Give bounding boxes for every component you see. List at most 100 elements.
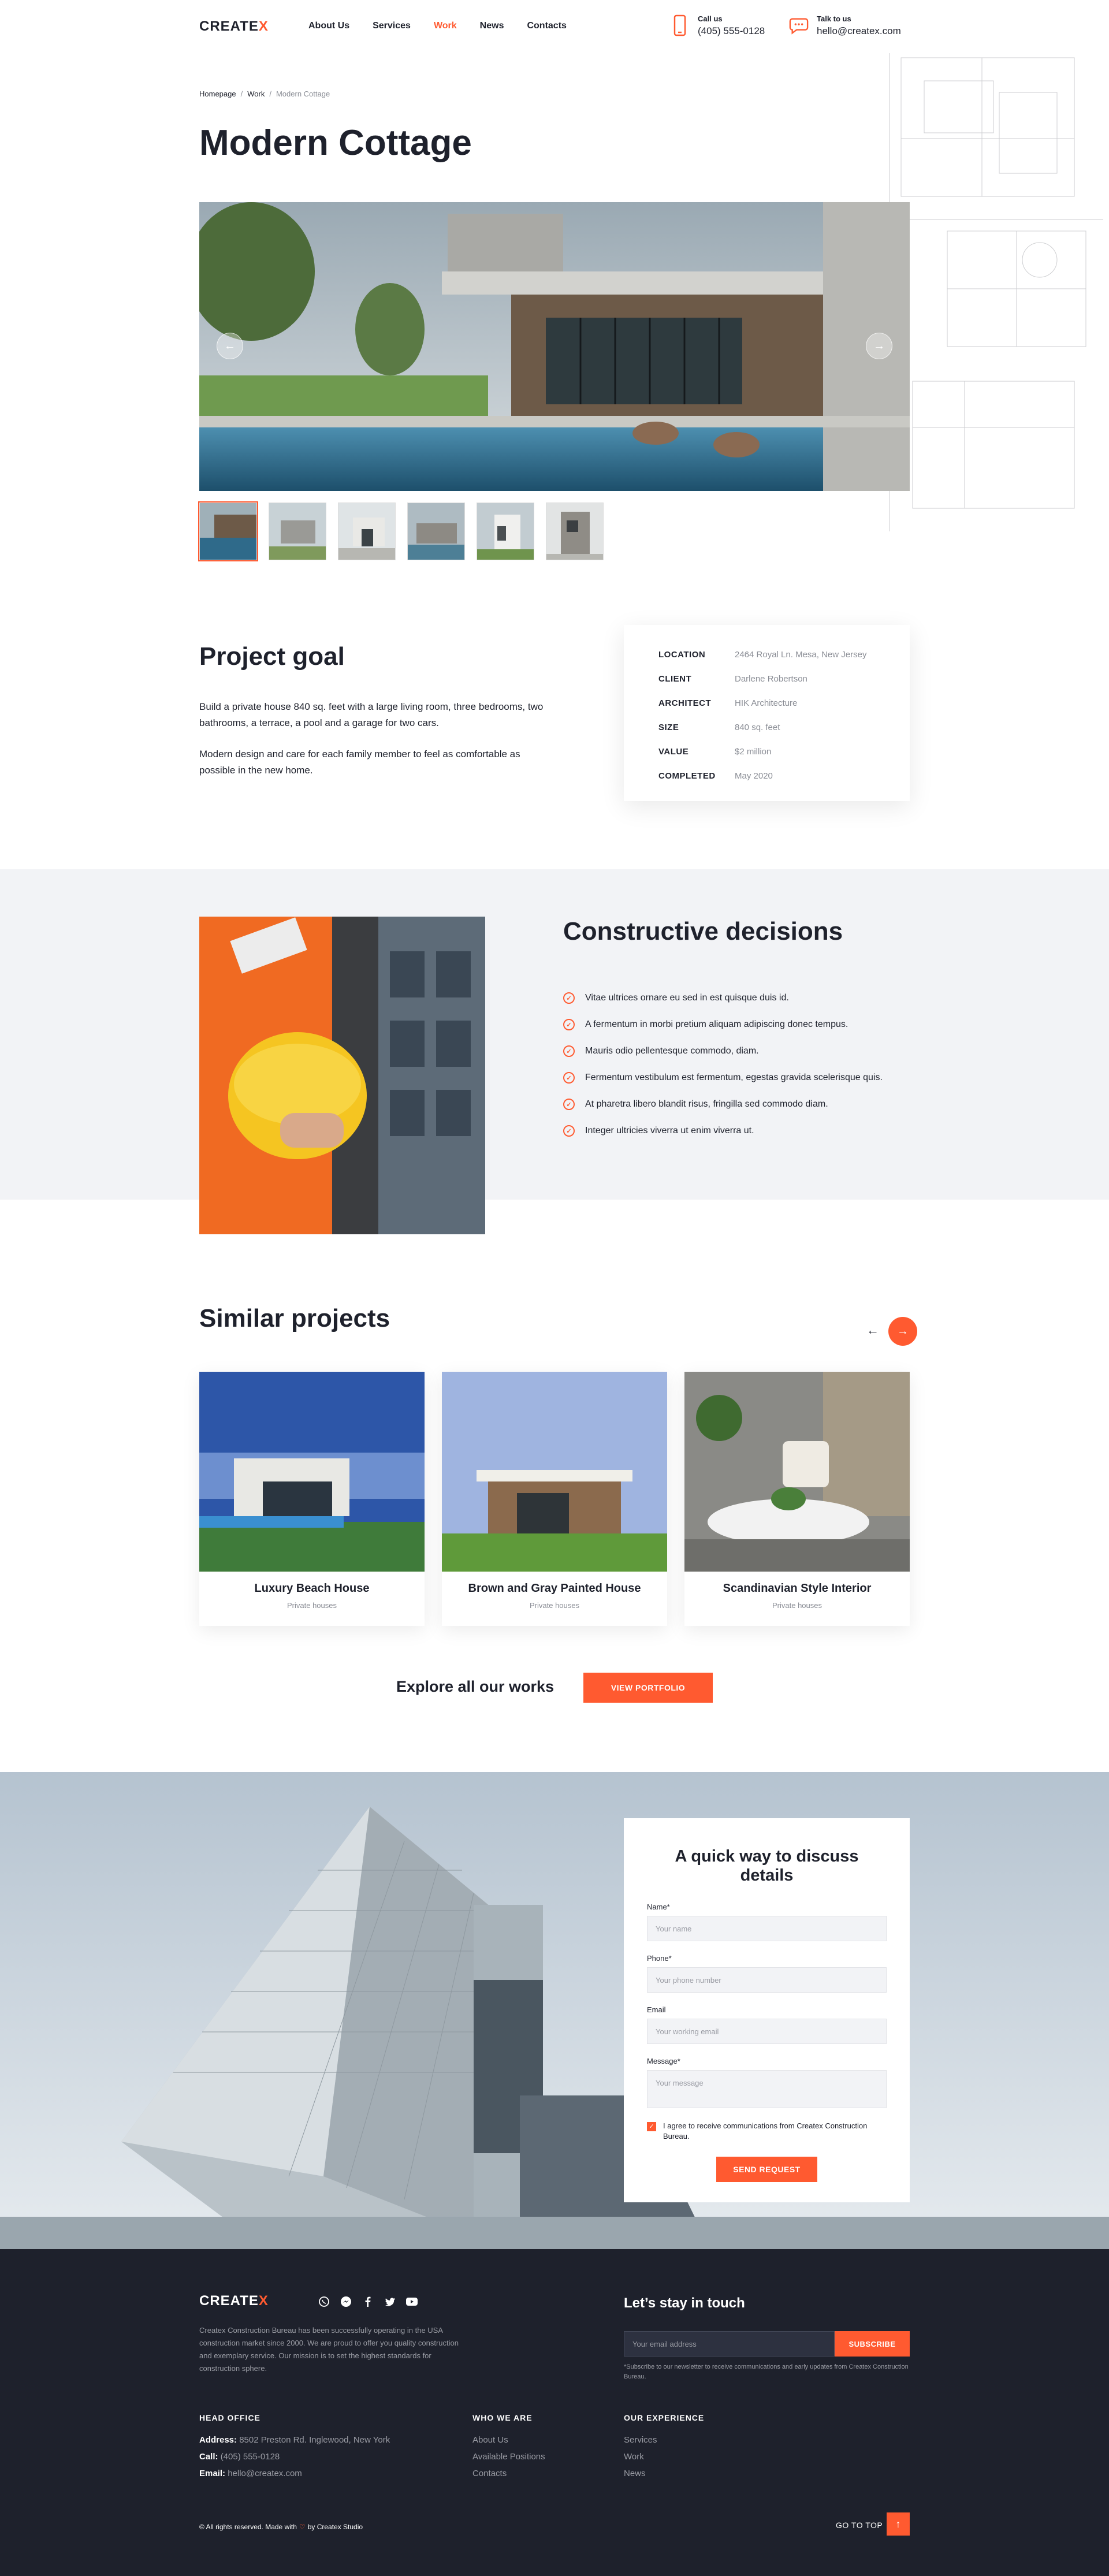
decision-item: ✓ A fermentum in morbi pretium aliquam ad… [563,1011,883,1038]
contact-form: A quick way to discuss details Name* You… [624,1818,910,2202]
nav-about-us[interactable]: About Us [308,21,349,31]
decisions-title: Constructive decisions [563,917,843,945]
email-input[interactable]: Your working email [647,2019,887,2044]
view-portfolio-button[interactable]: VIEW PORTFOLIO [583,1673,713,1703]
similar-projects-title: Similar projects [199,1304,390,1332]
nav-contacts[interactable]: Contacts [527,21,566,31]
heart-icon: ♡ [299,2523,306,2531]
youtube-icon[interactable] [405,2295,418,2308]
email-label: Email [647,2005,666,2014]
decision-text: Mauris odio pellentesque commodo, diam. [585,1046,759,1056]
project-card-image [684,1372,910,1572]
info-row-architect: ARCHITECT HIK Architecture [658,691,875,715]
talk-to-us-block[interactable]: Talk to us hello@createx.com [789,14,901,37]
nav-services[interactable]: Services [373,21,411,31]
breadcrumb-separator: / [269,90,271,98]
phone-input[interactable]: Your phone number [647,1967,887,1993]
office-call[interactable]: Call: (405) 555-0128 [199,2452,390,2462]
email-value: hello@createx.com [228,2469,302,2478]
footer-logo-x: X [258,2293,269,2309]
social-links [318,2295,418,2308]
footer-link-news[interactable]: News [624,2469,704,2478]
experience-column: OUR EXPERIENCE Services Work News [624,2413,704,2485]
twitter-icon[interactable] [384,2295,396,2308]
thumbnail[interactable] [546,502,604,560]
decision-item: ✓ Integer ultricies viverra ut enim viver… [563,1118,883,1144]
address-label: Address: [199,2435,237,2445]
project-card-title: Scandinavian Style Interior [723,1582,872,1595]
thumbnail[interactable] [477,502,534,560]
similar-projects-cards: Luxury Beach House Private houses Brown … [199,1372,910,1626]
subscribe-button[interactable]: SUBSCRIBE [835,2331,910,2357]
nav-news[interactable]: News [480,21,504,31]
go-to-top-button[interactable]: ↑ [887,2512,910,2536]
decision-text: At pharetra libero blandit risus, fringi… [585,1099,828,1109]
thumbnail[interactable] [269,502,326,560]
project-card[interactable]: Brown and Gray Painted House Private hou… [442,1372,667,1626]
breadcrumb-work[interactable]: Work [247,90,265,98]
project-card-title: Luxury Beach House [254,1582,370,1595]
logo[interactable]: CREATE X [199,18,269,35]
check-icon: ✓ [563,1045,575,1057]
phone-label: Phone* [647,1954,672,1963]
info-row-value: VALUE $2 million [658,739,875,764]
project-info-card: LOCATION 2464 Royal Ln. Mesa, New Jersey … [624,625,910,801]
decision-text: Fermentum vestibulum est fermentum, eges… [585,1073,883,1082]
worker-image [199,917,485,1234]
nav-work[interactable]: Work [434,21,457,31]
footer-link-services[interactable]: Services [624,2435,704,2445]
footer-link-about-us[interactable]: About Us [472,2435,545,2445]
check-icon: ✓ [563,1019,575,1030]
decisions-background [0,869,1109,1200]
messenger-icon[interactable] [340,2295,352,2308]
info-row-completed: COMPLETED May 2020 [658,764,875,788]
project-card[interactable]: Scandinavian Style Interior Private hous… [684,1372,910,1626]
info-value: Darlene Robertson [735,673,807,684]
footer-link-work[interactable]: Work [624,2452,704,2462]
decision-text: A fermentum in morbi pretium aliquam adi… [585,1019,849,1029]
similar-prev-arrow-icon[interactable]: ← [866,1323,879,1338]
office-email[interactable]: Email: hello@createx.com [199,2469,390,2478]
footer-logo[interactable]: CREATEX [199,2293,269,2309]
experience-title: OUR EXPERIENCE [624,2413,705,2422]
send-request-button[interactable]: SEND REQUEST [716,2157,817,2182]
thumbnail[interactable] [198,501,258,561]
page-title: Modern Cottage [199,123,472,163]
site-footer: CREATEX Createx Construction Bureau has … [0,2249,1109,2576]
project-goal-text: Build a private house 840 sq. feet with … [199,699,546,794]
info-value: 2464 Royal Ln. Mesa, New Jersey [735,649,867,660]
chat-icon [789,14,809,37]
info-row-location: LOCATION 2464 Royal Ln. Mesa, New Jersey [658,642,875,667]
breadcrumb-homepage[interactable]: Homepage [199,90,236,98]
call-us-block[interactable]: Call us (405) 555-0128 [670,14,765,37]
similar-next-button[interactable]: → [888,1317,917,1346]
info-key: ARCHITECT [658,698,712,708]
footer-link-available-positions[interactable]: Available Positions [472,2452,545,2462]
footer-link-contacts[interactable]: Contacts [472,2469,545,2478]
copyright: © All rights reserved. Made with ♡ by Cr… [199,2523,363,2531]
project-card[interactable]: Luxury Beach House Private houses [199,1372,425,1626]
goal-paragraph: Build a private house 840 sq. feet with … [199,701,544,728]
project-card-category: Private houses [772,1601,822,1610]
agree-checkbox[interactable]: ✓ [647,2122,656,2131]
project-card-category: Private houses [287,1601,337,1610]
thumbnail[interactable] [338,502,396,560]
go-to-top-label[interactable]: GO TO TOP [836,2521,883,2530]
breadcrumb-current: Modern Cottage [276,90,330,98]
decision-item: ✓ Fermentum vestibulum est fermentum, ege… [563,1064,883,1091]
call-label: Call us [698,14,723,23]
newsletter-email-input[interactable]: Your email address [624,2331,835,2357]
check-icon: ✓ [563,992,575,1004]
thumbnail[interactable] [407,502,465,560]
slider-next-button[interactable]: → [866,333,892,359]
info-key: VALUE [658,746,689,757]
call-value: (405) 555-0128 [220,2452,280,2462]
whatsapp-icon[interactable] [318,2295,330,2308]
message-textarea[interactable]: Your message [647,2070,887,2108]
contact-form-title: A quick way to discuss details [675,1847,859,1885]
facebook-icon[interactable] [362,2295,374,2308]
slider-prev-button[interactable]: ← [217,333,243,359]
project-goal-title: Project goal [199,642,345,671]
name-input[interactable]: Your name [647,1916,887,1941]
breadcrumb-separator: / [240,90,243,98]
